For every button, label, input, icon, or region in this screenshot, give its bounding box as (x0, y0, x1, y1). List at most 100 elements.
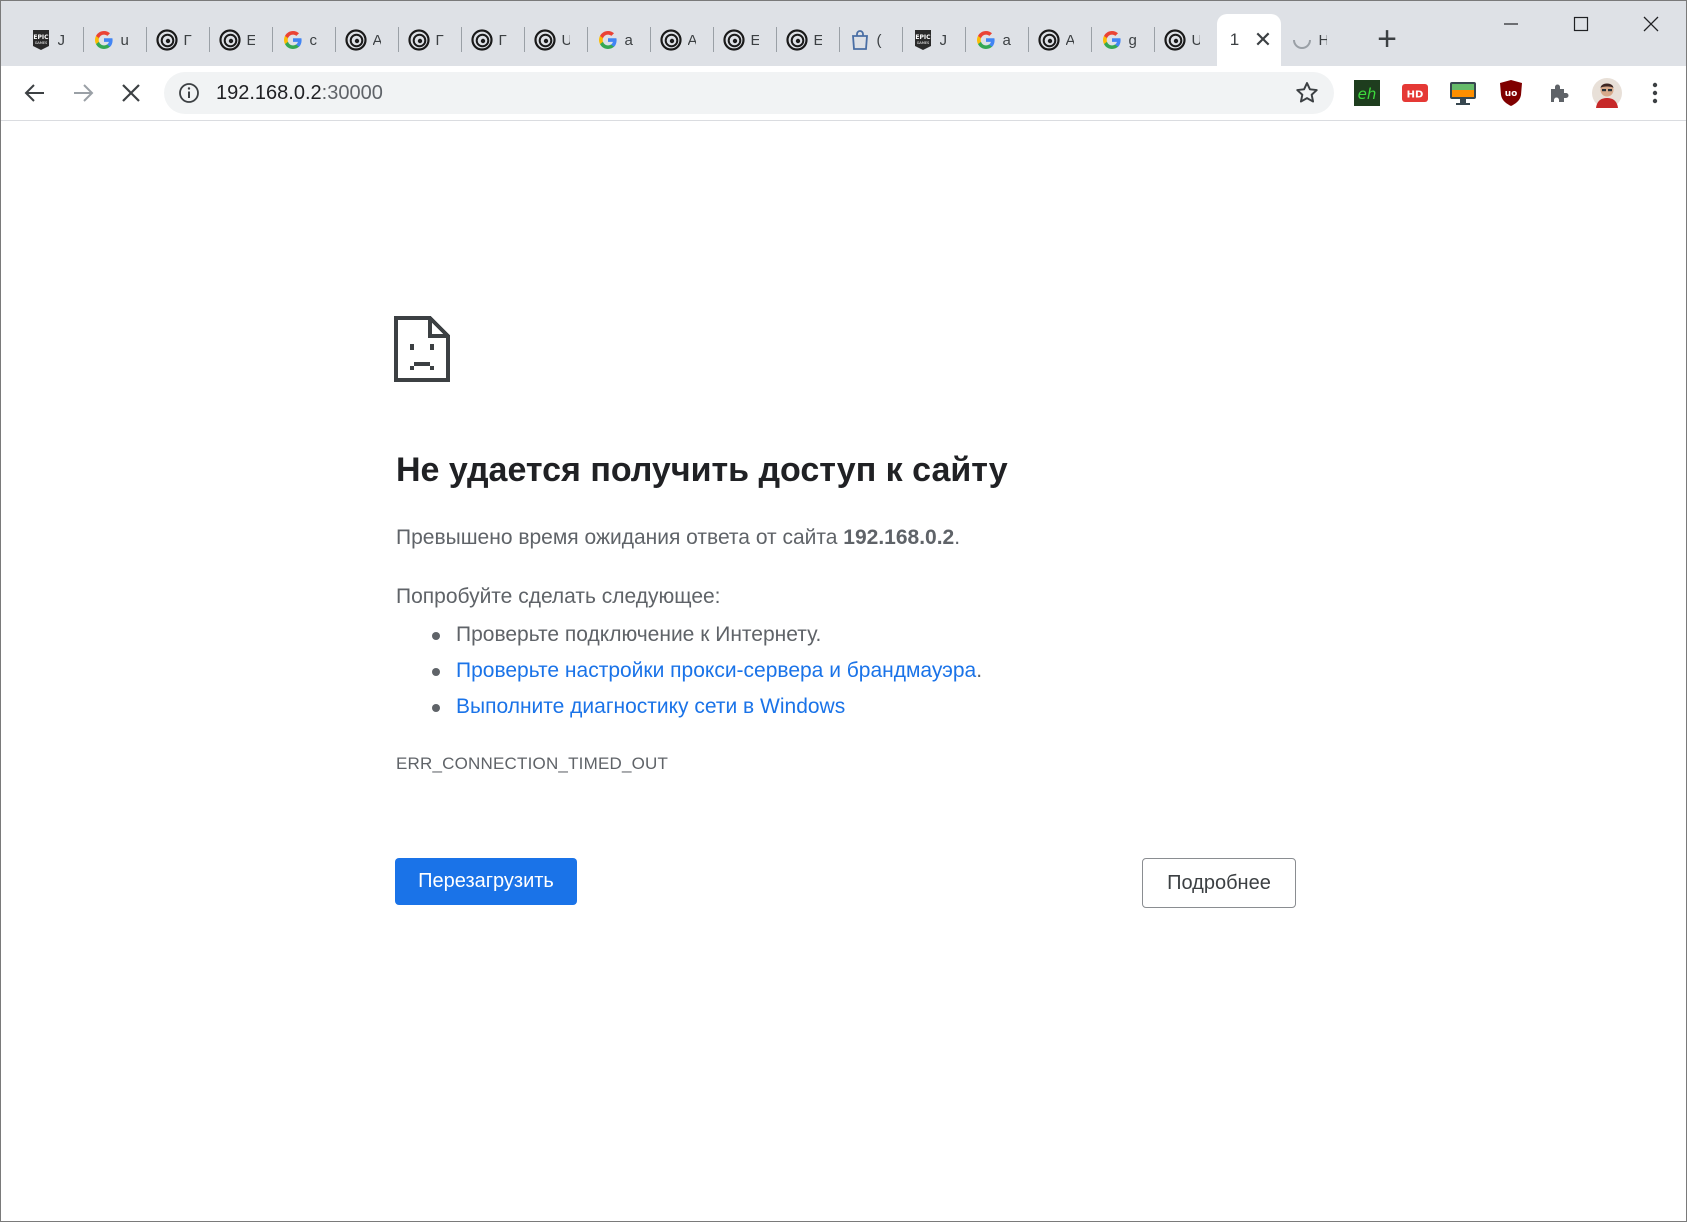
browser-tab[interactable]: A (335, 14, 398, 66)
close-icon (122, 84, 140, 102)
svg-text:GAMES: GAMES (34, 41, 47, 45)
browser-tab[interactable]: Г (461, 14, 524, 66)
tab-title: ( (876, 31, 882, 49)
suggestion-check-connection: Проверьте подключение к Интернету. (396, 620, 982, 656)
stop-loading-button[interactable] (112, 74, 150, 112)
profile-avatar[interactable] (1592, 78, 1622, 108)
arrow-left-icon (24, 84, 44, 102)
tab-title: Г (183, 31, 192, 49)
ubisoft-icon (659, 29, 682, 51)
browser-toolbar: 192.168.0.2:30000 eh HD uo (0, 66, 1687, 121)
eh-label: eh (1358, 85, 1377, 103)
suggestion-run-diagnostics: Выполните диагностику сети в Windows (396, 692, 982, 728)
tab-title: c (309, 31, 318, 49)
network-diagnostics-link[interactable]: Выполните диагностику сети в Windows (456, 695, 845, 718)
browser-tab[interactable]: Г (146, 14, 209, 66)
hd-label: HD (1407, 90, 1424, 101)
url-host: 192.168.0.2 (216, 82, 322, 104)
tab-title: J (57, 31, 66, 49)
forward-button[interactable] (64, 74, 102, 112)
tab-title: E (750, 31, 759, 49)
active-tab[interactable]: 1 ✕ (1217, 14, 1281, 66)
browser-tab[interactable]: A (1028, 14, 1091, 66)
monitor-extension-icon[interactable] (1448, 78, 1478, 108)
tab-list: EPIC GAMES Ju Г Ec A Г Г Ua A E E(EPIC GAMES Ja Ag U 1 ✕ H (20, 14, 1344, 66)
tab-title: Г (498, 31, 507, 49)
browser-tab[interactable]: A (650, 14, 713, 66)
ublock-origin-icon[interactable]: uo (1496, 78, 1526, 108)
tab-title: U (1191, 31, 1200, 49)
extensions-puzzle-icon[interactable] (1544, 78, 1574, 108)
ubisoft-icon (1037, 29, 1060, 51)
error-title: Не удается получить доступ к сайту (396, 451, 1008, 489)
browser-tab[interactable]: g (1091, 14, 1154, 66)
browser-tab[interactable]: U (1154, 14, 1217, 66)
info-icon[interactable] (178, 82, 200, 109)
browser-tab[interactable]: E (209, 14, 272, 66)
shopping-bag-icon (849, 29, 871, 51)
browser-tab[interactable]: EPIC GAMES J (902, 14, 965, 66)
tab-title: A (1065, 31, 1074, 49)
chrome-menu-button[interactable] (1640, 78, 1670, 108)
details-button[interactable]: Подробнее (1142, 858, 1296, 908)
ublock-label: uo (1505, 89, 1518, 99)
error-description-text: Превышено время ожидания ответа от сайта (396, 526, 844, 549)
epic-games-icon: EPIC GAMES (30, 29, 52, 51)
browser-tab[interactable]: a (587, 14, 650, 66)
ubisoft-icon (785, 29, 808, 51)
google-icon (93, 29, 115, 51)
suggestions-list: Проверьте подключение к Интернету. Прове… (396, 620, 982, 728)
tab-title: 1 (1229, 30, 1240, 49)
minimize-button[interactable] (1476, 8, 1546, 40)
epic-games-icon: EPIC GAMES (912, 29, 934, 51)
reload-button[interactable]: Перезагрузить (395, 858, 577, 905)
browser-tab[interactable]: c (272, 14, 335, 66)
google-icon (1101, 29, 1123, 51)
error-description-suffix: . (954, 526, 961, 549)
suggestions-heading: Попробуйте сделать следующее: (396, 585, 721, 608)
window-border (0, 0, 1687, 1222)
loading-spinner-icon (1291, 29, 1313, 51)
eh-extension-icon[interactable]: eh (1352, 78, 1382, 108)
ubisoft-icon (218, 29, 241, 51)
loading-tab[interactable]: H (1281, 14, 1344, 66)
browser-tab[interactable]: E (776, 14, 839, 66)
ubisoft-icon (155, 29, 178, 51)
tab-strip: EPIC GAMES Ju Г Ec A Г Г Ua A E E(EPIC GAMES Ja Ag U 1 ✕ H… (0, 0, 1687, 66)
browser-tab[interactable]: u (83, 14, 146, 66)
browser-tab[interactable]: U (524, 14, 587, 66)
new-tab-button[interactable]: + (1370, 22, 1404, 56)
error-description: Превышено время ожидания ответа от сайта… (396, 526, 960, 550)
ubisoft-icon (722, 29, 745, 51)
tab-title: J (939, 31, 948, 49)
svg-text:GAMES: GAMES (916, 41, 929, 45)
browser-tab[interactable]: ( (839, 14, 902, 66)
proxy-settings-link[interactable]: Проверьте настройки прокси-сервера и бра… (456, 659, 976, 682)
browser-tab[interactable]: EPIC GAMES J (20, 14, 83, 66)
close-window-button[interactable] (1616, 8, 1686, 40)
ubisoft-icon (533, 29, 556, 51)
browser-tab[interactable]: E (713, 14, 776, 66)
maximize-button[interactable] (1546, 8, 1616, 40)
browser-tab[interactable]: a (965, 14, 1028, 66)
back-button[interactable] (16, 74, 54, 112)
ubisoft-icon (470, 29, 493, 51)
svg-text:EPIC: EPIC (33, 34, 49, 41)
tab-title: a (1002, 31, 1011, 49)
tab-title: E (246, 31, 255, 49)
tab-title: a (624, 31, 633, 49)
hd-extension-icon[interactable]: HD (1400, 78, 1430, 108)
sad-page-icon (394, 316, 450, 387)
maximize-icon (1573, 16, 1589, 32)
bookmark-star-icon[interactable] (1294, 80, 1320, 111)
tab-close-icon[interactable]: ✕ (1254, 29, 1272, 51)
suggestion-text: Проверьте подключение к Интернету. (456, 623, 822, 646)
tab-title: E (813, 31, 822, 49)
ubisoft-icon (344, 29, 367, 51)
address-bar[interactable]: 192.168.0.2:30000 (164, 72, 1334, 114)
url-text[interactable]: 192.168.0.2:30000 (216, 82, 383, 104)
browser-tab[interactable]: Г (398, 14, 461, 66)
tab-title: U (561, 31, 570, 49)
close-icon (1643, 16, 1659, 32)
url-port: :30000 (321, 82, 383, 104)
